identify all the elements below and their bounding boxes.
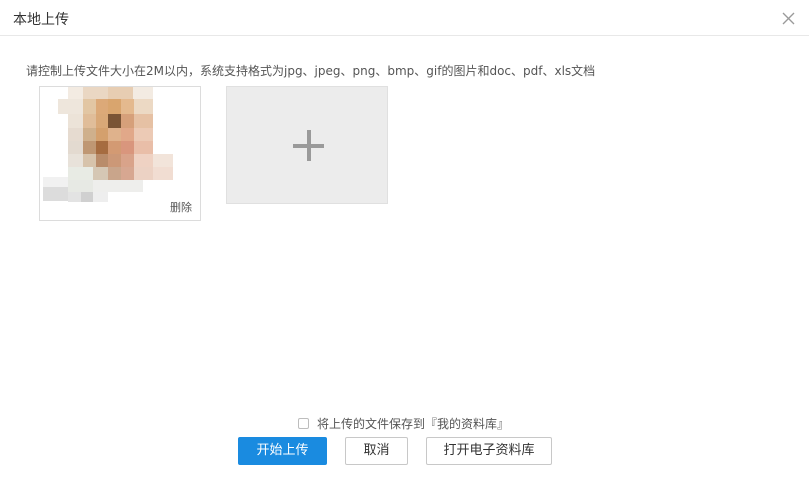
save-to-library-label[interactable]: 将上传的文件保存到『我的资料库』	[317, 415, 509, 432]
upload-dialog: 本地上传 请控制上传文件大小在2M以内，系统支持格式为jpg、jpeg、png、…	[0, 0, 809, 487]
close-icon[interactable]	[782, 12, 795, 25]
uploaded-image-thumbnail	[43, 87, 183, 207]
cancel-button[interactable]: 取消	[345, 437, 408, 465]
add-file-button[interactable]	[226, 86, 388, 204]
save-to-library-option: 将上传的文件保存到『我的资料库』	[298, 415, 509, 431]
save-to-library-checkbox[interactable]	[298, 417, 309, 429]
start-upload-button[interactable]: 开始上传	[238, 437, 327, 465]
plus-icon-vertical	[307, 130, 311, 161]
uploaded-image-card: 删除	[39, 86, 201, 221]
upload-hint-text: 请控制上传文件大小在2M以内，系统支持格式为jpg、jpeg、png、bmp、g…	[26, 64, 596, 78]
open-library-button[interactable]: 打开电子资料库	[426, 437, 552, 465]
dialog-title: 本地上传	[13, 12, 69, 28]
dialog-titlebar: 本地上传	[0, 0, 809, 36]
delete-image-link[interactable]: 删除	[170, 201, 192, 215]
